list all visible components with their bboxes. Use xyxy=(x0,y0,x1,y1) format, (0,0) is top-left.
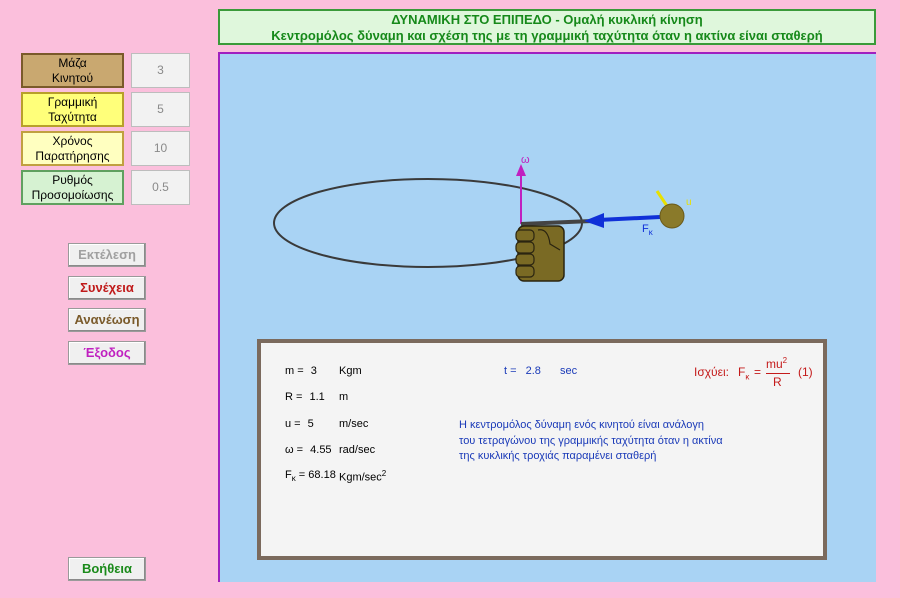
moving-body xyxy=(659,203,685,229)
observation-time-label-line1: Χρόνος xyxy=(52,134,93,148)
observation-time-label: Χρόνος Παρατήρησης xyxy=(21,131,124,166)
fist-icon xyxy=(515,225,565,282)
speed-readout-label: u = xyxy=(285,418,301,430)
description-line-3: της κυκλικής τροχιάς παραμένει σταθερή xyxy=(459,450,657,462)
radius-readout-value: 1.1 xyxy=(309,391,325,403)
simulation-rate-input[interactable]: 0.5 xyxy=(131,170,190,205)
mass-readout-value: 3 xyxy=(310,365,317,377)
description-line-2: του τετραγώνου της γραμμικής ταχύτητα ότ… xyxy=(459,434,723,447)
velocity-label-line2: Ταχύτητα xyxy=(48,110,97,124)
description: Η κεντρομόλος δύναμη ενός κινητού είναι … xyxy=(459,418,723,465)
speed-readout-value: 5 xyxy=(307,418,314,430)
help-button[interactable]: Βοήθεια xyxy=(68,557,146,581)
title-banner: ΔΥΝΑΜΙΚΗ ΣΤΟ ΕΠΙΠΕΔΟ - Ομαλή κυκλική κίν… xyxy=(218,9,876,45)
force-readout: Fκ = 68.18 xyxy=(285,469,336,483)
title-line-2: Κεντρομόλος δύναμη και σχέση της με τη γ… xyxy=(271,28,823,43)
radius-readout-unit: m xyxy=(339,391,349,403)
formula-ref: (1) xyxy=(798,365,813,379)
force-readout-eq: = xyxy=(298,469,306,481)
radius-readout: R = 1.1 xyxy=(285,391,325,403)
continue-button[interactable]: Συνέχεια xyxy=(68,276,146,300)
time-readout-label: t = xyxy=(504,365,517,377)
force-readout-value: 68.18 xyxy=(308,469,336,481)
info-panel: m = 3 Kgm R = 1.1 m u = 5 m/sec ω = 4.55… xyxy=(257,339,827,560)
force-readout-unit: Kgm/sec2 xyxy=(339,469,387,484)
angular-velocity-readout: ω = 4.55 xyxy=(285,444,332,456)
omega-axis xyxy=(516,164,526,224)
simulation-rate-label-line2: Προσομοίωσης xyxy=(31,188,114,202)
formula-numerator: mu2 xyxy=(766,356,788,371)
time-readout-unit: sec xyxy=(559,365,578,377)
mass-readout: m = 3 xyxy=(285,365,317,377)
run-button[interactable]: Εκτέλεση xyxy=(68,243,146,267)
mass-input[interactable]: 3 xyxy=(131,53,190,88)
simulation-rate-label-line1: Ρυθμός xyxy=(52,173,93,187)
angular-velocity-readout-unit: rad/sec xyxy=(339,444,376,456)
force-readout-label: F xyxy=(285,469,292,481)
mass-label: Μάζα Κινητού xyxy=(21,53,124,88)
radius-readout-label: R = xyxy=(285,391,303,403)
speed-readout-unit: m/sec xyxy=(339,418,369,430)
mass-label-line2: Κινητού xyxy=(51,71,94,85)
observation-time-input[interactable]: 10 xyxy=(131,131,190,166)
velocity-input[interactable]: 5 xyxy=(131,92,190,127)
mass-label-line1: Μάζα xyxy=(58,56,87,70)
velocity-vector xyxy=(655,190,669,207)
refresh-button[interactable]: Ανανέωση xyxy=(68,308,146,332)
mass-readout-unit: Kgm xyxy=(339,365,362,377)
formula: Ισχύει: Fκ = mu2 R (1) xyxy=(694,356,824,393)
force-label: Fκ xyxy=(642,223,654,237)
formula-force: Fκ xyxy=(738,365,750,382)
velocity-label: Γραμμική Ταχύτητα xyxy=(21,92,124,127)
formula-fraction-bar xyxy=(766,373,790,374)
velocity-label-line1: Γραμμική xyxy=(47,95,98,109)
time-readout-value: 2.8 xyxy=(525,365,541,377)
time-readout: t = 2.8 sec xyxy=(504,365,577,377)
omega-label: ω xyxy=(521,154,530,166)
simulation-rate-label: Ρυθμός Προσομοίωσης xyxy=(21,170,124,205)
force-readout-sub: κ xyxy=(291,474,296,484)
angular-velocity-readout-label: ω = xyxy=(285,444,304,456)
angular-velocity-readout-value: 4.55 xyxy=(310,444,332,456)
title-line-1: ΔΥΝΑΜΙΚΗ ΣΤΟ ΕΠΙΠΕΔΟ - Ομαλή κυκλική κίν… xyxy=(391,12,703,27)
speed-readout: u = 5 xyxy=(285,418,314,430)
observation-time-label-line2: Παρατήρησης xyxy=(35,149,110,163)
mass-readout-label: m = xyxy=(285,365,304,377)
formula-denominator: R xyxy=(773,375,782,389)
formula-equals: = xyxy=(754,365,762,379)
exit-button[interactable]: Έξοδος xyxy=(68,341,146,365)
velocity-label: u xyxy=(686,197,692,208)
description-line-1: Η κεντρομόλος δύναμη ενός κινητού είναι … xyxy=(459,419,705,431)
formula-prefix: Ισχύει: xyxy=(694,365,729,379)
